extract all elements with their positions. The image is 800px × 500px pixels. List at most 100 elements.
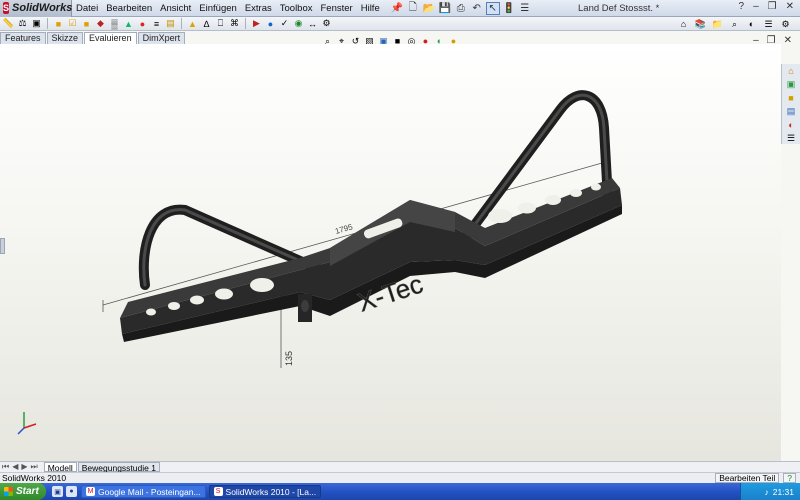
curvature-icon[interactable]: ◆ [94, 18, 107, 30]
undercut-icon[interactable]: ● [136, 18, 149, 30]
draft-analysis-icon[interactable]: ▲ [122, 18, 135, 30]
command-manager-tabs: Features Skizze Evaluieren DimXpert [0, 32, 186, 44]
tab-bewegungsstudie[interactable]: Bewegungsstudie 1 [77, 462, 160, 473]
save-icon[interactable]: 💾 [438, 2, 452, 15]
open-folder-icon[interactable]: 📂 [422, 2, 436, 15]
last-tab-icon[interactable]: ⏭ [31, 462, 38, 472]
solidworks-logo-icon: S [3, 2, 10, 14]
menu-bearbeiten[interactable]: Bearbeiten [102, 3, 156, 14]
sensor-icon[interactable]: ■ [80, 18, 93, 30]
sustainability-icon[interactable]: ◉ [292, 18, 305, 30]
taskbar-solidworks-label: SolidWorks 2010 - [La... [225, 486, 317, 497]
width-dimension-label: 1795 [334, 222, 354, 236]
view-palette-icon[interactable]: ▤ [785, 106, 798, 117]
first-tab-icon[interactable]: ⏮ [2, 462, 9, 472]
tab-navigation: ⏮ ◀ ▶ ⏭ [2, 462, 38, 472]
menu-bar: Datei Bearbeiten Ansicht Einfügen Extras… [72, 0, 384, 17]
costing-icon[interactable]: ⚙ [320, 18, 333, 30]
deviation-icon[interactable]: ∆ [200, 18, 213, 30]
flow-express-icon[interactable]: ● [264, 18, 277, 30]
window-controls: ? – ❐ ✕ [739, 1, 794, 12]
minimize-icon[interactable]: – [753, 1, 759, 12]
prev-tab-icon[interactable]: ◀ [12, 462, 18, 472]
check-icon[interactable]: ☑ [66, 18, 79, 30]
drawing-compare-icon[interactable]: ↔ [306, 18, 319, 30]
tab-skizze[interactable]: Skizze [46, 32, 84, 44]
tab-features[interactable]: Features [0, 32, 46, 44]
design-library-icon[interactable]: ▣ [785, 79, 798, 90]
parting-line-icon[interactable]: ≡ [150, 18, 163, 30]
select-pointer-icon[interactable]: ↖ [485, 1, 500, 15]
interference-icon[interactable]: ■ [52, 18, 65, 30]
toolbar-separator [245, 18, 246, 29]
home-icon[interactable]: ⌂ [677, 18, 690, 30]
system-tray: ♪ 21:31 [740, 483, 800, 500]
menu-fenster[interactable]: Fenster [317, 3, 357, 14]
thickness-icon[interactable]: ▤ [164, 18, 177, 30]
gear-icon[interactable]: ⚙ [779, 18, 792, 30]
custom-properties-icon[interactable]: ☰ [762, 18, 775, 30]
import-diagnostics-icon[interactable]: ⌘ [228, 18, 241, 30]
coordinate-triad [17, 412, 37, 435]
undo-icon[interactable]: ↶ [470, 2, 484, 15]
window-title: Land Def Stossst. * [578, 3, 660, 14]
tab-evaluieren[interactable]: Evaluieren [84, 32, 137, 44]
browser-icon[interactable]: ● [66, 486, 77, 497]
start-button[interactable]: Start [0, 483, 46, 500]
pin-icon[interactable]: 📌 [390, 2, 404, 15]
menu-hilfe[interactable]: Hilfe [357, 3, 384, 14]
solidworks-logo[interactable]: S SolidWorks [0, 0, 72, 17]
status-help-button[interactable]: ? [783, 472, 796, 483]
graphics-area[interactable]: 1795 135 X-Tec [0, 44, 781, 461]
resources-icon[interactable]: ⌂ [785, 66, 798, 76]
next-tab-icon[interactable]: ▶ [21, 462, 27, 472]
design-check-icon[interactable]: ✓ [278, 18, 291, 30]
doc-close-icon[interactable]: ✕ [784, 35, 792, 46]
tab-dimxpert[interactable]: DimXpert [137, 32, 186, 44]
measure-icon[interactable]: 📏 [2, 18, 15, 30]
section-properties-icon[interactable]: ▣ [30, 18, 43, 30]
rebuild-traffic-light-icon[interactable]: 🚦 [502, 2, 516, 15]
print-icon[interactable]: ⎙ [454, 2, 468, 15]
taskpane-toolbar: ⌂ 📚 📁 ⌕ ◐ ☰ ⚙ [677, 18, 792, 30]
design-library-icon[interactable]: 📚 [694, 18, 707, 30]
taskbar-google-mail[interactable]: M Google Mail - Posteingan... [81, 485, 206, 498]
taskbar-solidworks[interactable]: S SolidWorks 2010 - [La... [208, 485, 322, 498]
start-label: Start [16, 486, 39, 497]
title-bar: S SolidWorks Datei Bearbeiten Ansicht Ei… [0, 0, 800, 17]
options-icon[interactable]: ☰ [518, 2, 532, 15]
menu-extras[interactable]: Extras [241, 3, 276, 14]
height-dimension-label: 135 [284, 351, 294, 366]
feature-manager-handle[interactable] [0, 238, 5, 254]
folder-icon[interactable]: ■ [785, 93, 798, 103]
bumper-body [120, 178, 622, 342]
status-bar-right: Bearbeiten Teil ? [715, 472, 796, 483]
toolbar-separator [47, 18, 48, 29]
menu-einfuegen[interactable]: Einfügen [195, 3, 241, 14]
restore-icon[interactable]: ❐ [768, 1, 777, 12]
custom-props-icon[interactable]: ☰ [785, 133, 798, 144]
zebra-stripes-icon[interactable]: ▒ [108, 18, 121, 30]
new-document-icon[interactable]: 🗋 [406, 2, 420, 15]
close-icon[interactable]: ✕ [786, 1, 794, 12]
appearances-icon[interactable]: ◐ [785, 120, 798, 130]
appearance-icon[interactable]: ◐ [745, 18, 758, 30]
symmetry-icon[interactable]: ▲ [186, 18, 199, 30]
help-icon[interactable]: ? [739, 1, 745, 12]
bumper-model[interactable]: 1795 135 X-Tec [0, 44, 781, 461]
clock[interactable]: 21:31 [773, 487, 794, 497]
menu-ansicht[interactable]: Ansicht [156, 3, 195, 14]
menu-toolbox[interactable]: Toolbox [276, 3, 317, 14]
geometry-analysis-icon[interactable]: ⎕ [214, 18, 227, 30]
mass-properties-icon[interactable]: ⚖ [16, 18, 29, 30]
windows-flag-icon [4, 487, 13, 496]
menu-datei[interactable]: Datei [72, 3, 102, 14]
status-bar: SolidWorks 2010 [0, 472, 800, 483]
simulation-express-icon[interactable]: ▶ [250, 18, 263, 30]
tray-volume-icon[interactable]: ♪ [764, 487, 768, 497]
search-icon[interactable]: ⌕ [728, 18, 741, 30]
tab-modell[interactable]: Modell [43, 462, 77, 473]
task-pane: ⌂ ▣ ■ ▤ ◐ ☰ [781, 64, 800, 144]
file-explorer-icon[interactable]: 📁 [711, 18, 724, 30]
desktop-icon[interactable]: ▣ [52, 486, 63, 497]
